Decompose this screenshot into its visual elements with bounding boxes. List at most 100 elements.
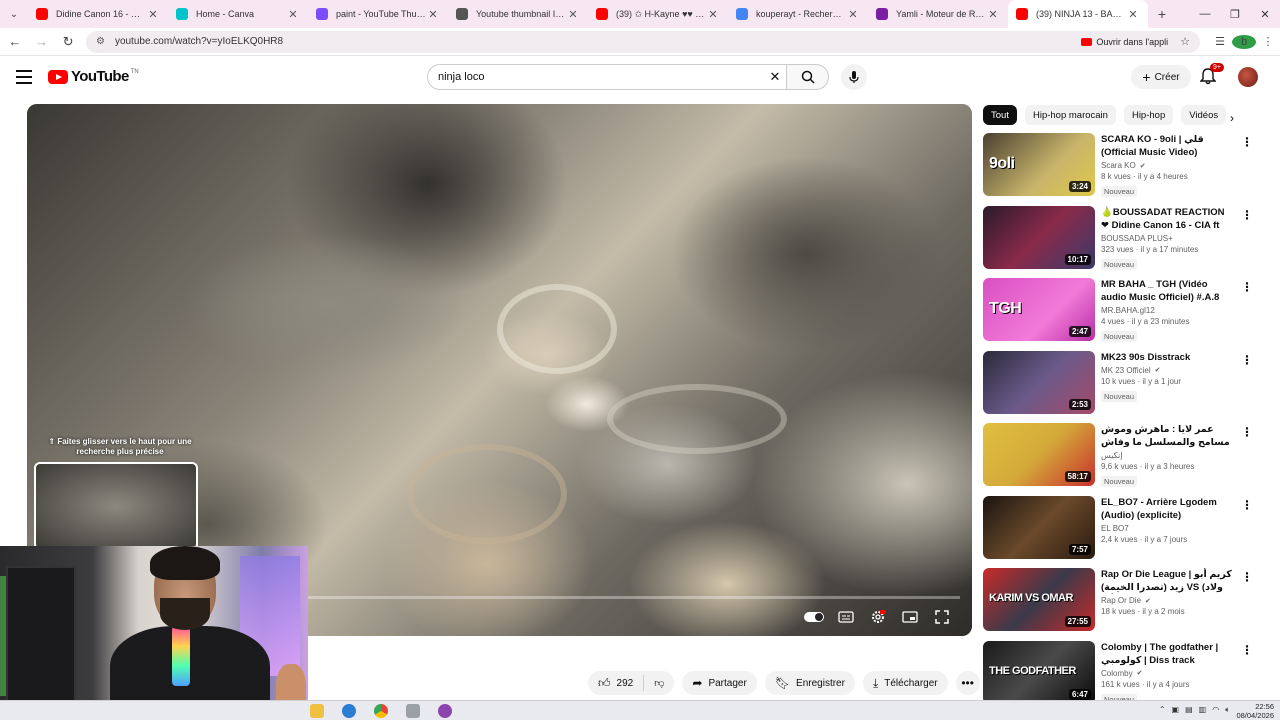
dislike-button[interactable]: 👎︎ [644, 677, 674, 689]
close-tab-icon[interactable]: ✕ [1126, 8, 1140, 21]
close-tab-icon[interactable]: ✕ [846, 8, 860, 21]
filter-chip[interactable]: Vidéos [1181, 105, 1227, 125]
new-tab-button[interactable]: + [1148, 6, 1176, 22]
video-title[interactable]: MR BAHA _ TGH (Vidéo audio Music Officie… [1101, 278, 1235, 304]
site-info-icon[interactable]: ⚙ [96, 36, 105, 47]
recommendation-item[interactable]: TGH 2:47 MR BAHA _ TGH (Vidéo audio Music … [983, 278, 1263, 351]
fullscreen-button[interactable] [926, 606, 958, 628]
close-tab-icon[interactable]: ✕ [986, 8, 1000, 21]
more-options-icon[interactable]: ⋮ [1241, 425, 1253, 439]
browser-tab[interactable]: Youtube thumbnail Image✕ [448, 0, 588, 28]
autoplay-toggle[interactable] [798, 606, 830, 628]
close-tab-icon[interactable]: ✕ [426, 8, 440, 21]
save-button[interactable]: 🔖︎ Enregistrer [764, 671, 855, 695]
filter-chip[interactable]: Tout [983, 105, 1017, 125]
recommendation-item[interactable]: KARIM VS OMAR 27:55 Rap Or Die League | كر… [983, 568, 1263, 641]
recommendation-item[interactable]: 58:17 عمر لايا : ماهرش وموش مسامح والمسلس… [983, 423, 1263, 496]
forward-button[interactable]: → [30, 30, 54, 54]
back-button[interactable]: ← [3, 30, 27, 54]
close-tab-icon[interactable]: ✕ [146, 8, 160, 21]
taskbar-clock[interactable]: 22:56 08/04/2026 [1236, 702, 1274, 720]
voice-search-button[interactable] [841, 64, 867, 90]
like-button[interactable]: 👍︎ 292 [588, 675, 645, 691]
edge-icon[interactable] [342, 704, 356, 718]
notifications-button[interactable]: 9+ [1199, 63, 1224, 87]
video-thumbnail[interactable]: 2:53 [983, 350, 1095, 414]
search-button[interactable] [787, 64, 829, 90]
subtitles-button[interactable] [830, 606, 862, 628]
video-thumbnail[interactable]: 10:17 [983, 205, 1095, 269]
tray-app-icon[interactable]: ▤ [1185, 705, 1193, 715]
clear-search-icon[interactable]: ✕ [764, 69, 786, 85]
recommendation-item[interactable]: 10:17 🍐BOUSSADAT REACTION ❤ Didine Canon … [983, 205, 1263, 279]
recommendation-item[interactable]: 2:53 MK23 90s Disstrack MK 23 Officiel ✔ 10 … [983, 350, 1263, 424]
video-thumbnail[interactable]: KARIM VS OMAR 27:55 [983, 568, 1095, 631]
open-in-app-button[interactable]: Ouvrir dans l'appli [1081, 37, 1168, 47]
more-options-icon[interactable]: ⋮ [1241, 280, 1253, 294]
video-title[interactable]: 🍐BOUSSADAT REACTION ❤ Didine Canon 16 - … [1101, 206, 1235, 232]
channel-name[interactable]: MR.BAHA.gl12 [1101, 306, 1155, 315]
more-options-icon[interactable]: ⋮ [1241, 570, 1253, 584]
video-thumbnail[interactable]: 58:17 [983, 423, 1095, 486]
wifi-icon[interactable]: ◠ [1212, 705, 1219, 715]
browser-menu-icon[interactable]: ⋮ [1256, 35, 1280, 48]
create-button[interactable]: + Créer [1131, 65, 1191, 89]
maximize-button[interactable]: ❐ [1220, 0, 1250, 28]
video-title[interactable]: Colomby | The godfather | كولومبي | Diss… [1101, 641, 1235, 667]
video-thumbnail[interactable]: THE GODFATHER 6:47 [983, 640, 1095, 704]
guide-menu-icon[interactable] [16, 70, 32, 84]
channel-name[interactable]: EL BO7 [1101, 524, 1129, 533]
browser-tab[interactable]: Yamli - Moteur de Recherc✕ [868, 0, 1008, 28]
search-input[interactable]: ninja loco ✕ [427, 64, 787, 90]
omnibox[interactable]: ⚙ youtube.com/watch?v=yIoELKQ0HR8 Ouvrir… [85, 30, 1200, 53]
video-thumbnail[interactable]: 9oli 3:24 [983, 133, 1095, 196]
channel-name[interactable]: Rap Or Die [1101, 596, 1141, 605]
reload-button[interactable]: ↻ [56, 30, 80, 54]
chevron-right-icon[interactable]: › [1230, 111, 1234, 125]
more-options-icon[interactable]: ⋮ [1241, 643, 1253, 657]
browser-tab[interactable]: paint - YouTube Thumbnail✕ [308, 0, 448, 28]
channel-name[interactable]: BOUSSADA PLUS+ [1101, 234, 1173, 243]
more-options-icon[interactable]: ⋮ [1241, 208, 1253, 222]
app-icon[interactable] [406, 704, 420, 718]
download-button[interactable]: ⤓ Télécharger [862, 671, 948, 695]
tray-app-icon[interactable]: ▣ [1172, 705, 1180, 715]
channel-name[interactable]: Scara KO [1101, 161, 1136, 170]
more-actions-button[interactable]: ••• [955, 671, 980, 695]
close-window-button[interactable]: ✕ [1250, 0, 1280, 28]
account-avatar[interactable] [1238, 67, 1258, 87]
channel-name[interactable]: Colomby [1101, 669, 1133, 678]
browser-tab[interactable]: Home - Canva ✕ [168, 0, 308, 28]
browser-tab[interactable]: kouperayt - Recherche Go✕ [728, 0, 868, 28]
tray-app-icon[interactable]: ▥ [1199, 705, 1207, 715]
miniplayer-button[interactable] [894, 606, 926, 628]
file-explorer-icon[interactable] [310, 704, 324, 718]
close-tab-icon[interactable]: ✕ [566, 8, 580, 21]
video-title[interactable]: Rap Or Die League | كريم أبو زيد (تصدرا … [1101, 568, 1235, 594]
channel-name[interactable]: إنكيس [1101, 451, 1122, 460]
more-options-icon[interactable]: ⋮ [1241, 353, 1253, 367]
browser-tab[interactable]: (39) NINJA 13 - BANG BA✕ [1008, 0, 1148, 28]
tab-search-button[interactable]: ⌄ [0, 0, 28, 28]
close-tab-icon[interactable]: ✕ [286, 8, 300, 21]
video-title[interactable]: EL_BO7 - Arrière Lgodem (Audio) (explici… [1101, 496, 1235, 522]
browser-tab[interactable]: Didine Canon 16 - CIA ft M✕ [28, 0, 168, 28]
volume-icon[interactable]: 🔈︎ [1225, 705, 1230, 715]
close-tab-icon[interactable]: ✕ [706, 8, 720, 21]
youtube-logo[interactable]: YouTube TN [48, 68, 139, 85]
profile-button[interactable]: b [1232, 34, 1256, 49]
video-thumbnail[interactable]: 7:57 [983, 495, 1095, 559]
settings-button[interactable] [862, 606, 894, 628]
share-button[interactable]: ➦ Partager [682, 671, 757, 695]
recommendation-item[interactable]: 9oli 3:24 SCARA KO - 9oli | قلي (Official … [983, 133, 1263, 206]
reading-list-icon[interactable]: ☰ [1208, 35, 1232, 48]
chevron-up-icon[interactable]: ⌃ [1159, 705, 1166, 715]
more-options-icon[interactable]: ⋮ [1241, 135, 1253, 149]
video-title[interactable]: SCARA KO - 9oli | قلي (Official Music Vi… [1101, 133, 1235, 159]
search-query[interactable]: ninja loco [438, 71, 764, 83]
more-options-icon[interactable]: ⋮ [1241, 498, 1253, 512]
video-thumbnail[interactable]: TGH 2:47 [983, 278, 1095, 341]
recommendation-item[interactable]: 7:57 EL_BO7 - Arrière Lgodem (Audio) (exp… [983, 495, 1263, 569]
browser-tab[interactable]: (39) ✩ H-Kayne ♥♥ kolna✕ [588, 0, 728, 28]
video-title[interactable]: عمر لايا : ماهرش وموش مسامح والمسلسل ما … [1101, 423, 1235, 449]
